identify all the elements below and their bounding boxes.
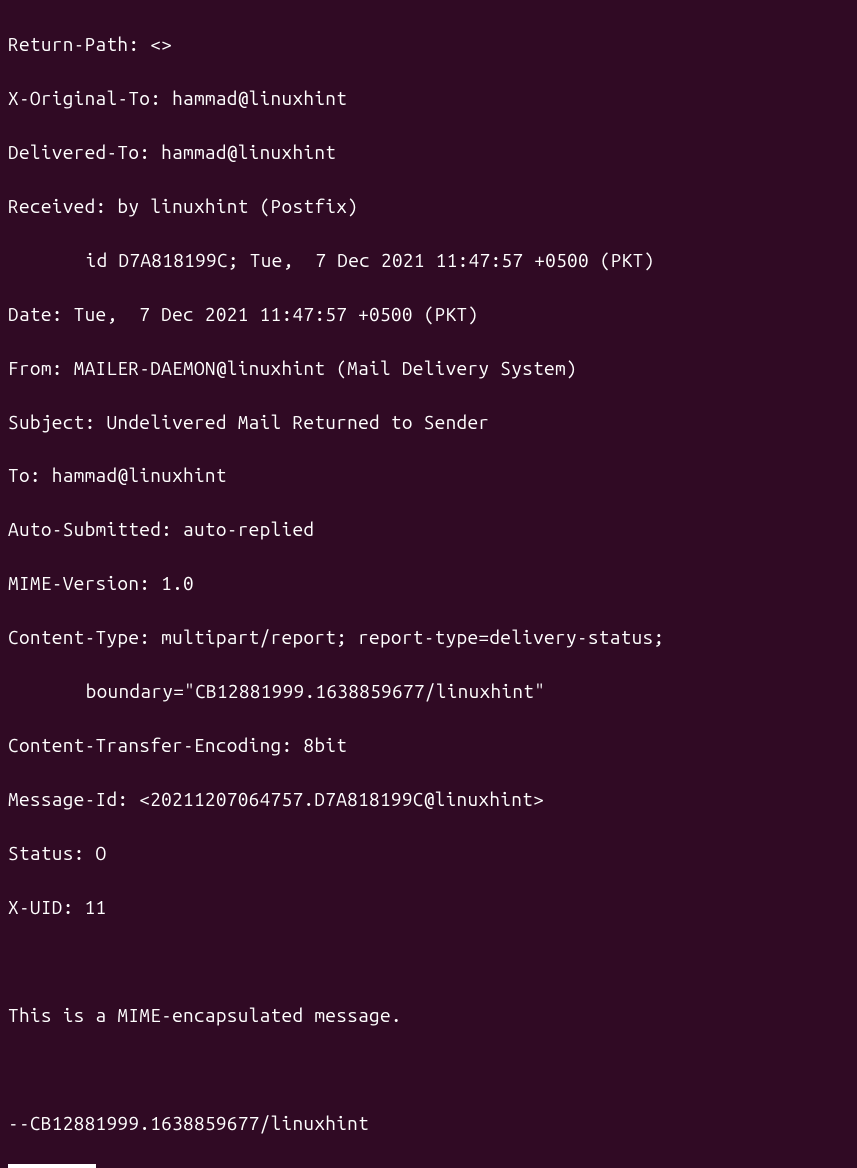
- header-x-uid: X-UID: 11: [8, 894, 849, 921]
- header-received-2: id D7A818199C; Tue, 7 Dec 2021 11:47:57 …: [8, 247, 849, 274]
- header-message-id: Message-Id: <20211207064757.D7A818199C@l…: [8, 786, 849, 813]
- header-delivered-to: Delivered-To: hammad@linuxhint: [8, 139, 849, 166]
- header-date: Date: Tue, 7 Dec 2021 11:47:57 +0500 (PK…: [8, 301, 849, 328]
- more-prompt[interactable]: --More--: [8, 1164, 96, 1168]
- header-received-1: Received: by linuxhint (Postfix): [8, 193, 849, 220]
- header-auto-submitted: Auto-Submitted: auto-replied: [8, 516, 849, 543]
- header-x-original-to: X-Original-To: hammad@linuxhint: [8, 85, 849, 112]
- body-mime-message: This is a MIME-encapsulated message.: [8, 1002, 849, 1029]
- header-status: Status: O: [8, 840, 849, 867]
- header-content-type-2: boundary="CB12881999.1638859677/linuxhin…: [8, 678, 849, 705]
- blank-line: [8, 948, 849, 975]
- body-boundary: --CB12881999.1638859677/linuxhint: [8, 1110, 849, 1137]
- header-subject: Subject: Undelivered Mail Returned to Se…: [8, 409, 849, 436]
- blank-line: [8, 1056, 849, 1083]
- header-content-type-1: Content-Type: multipart/report; report-t…: [8, 624, 849, 651]
- header-return-path: Return-Path: <>: [8, 31, 849, 58]
- header-content-transfer-encoding: Content-Transfer-Encoding: 8bit: [8, 732, 849, 759]
- header-to: To: hammad@linuxhint: [8, 462, 849, 489]
- terminal-output: Return-Path: <> X-Original-To: hammad@li…: [8, 4, 849, 1168]
- header-from: From: MAILER-DAEMON@linuxhint (Mail Deli…: [8, 355, 849, 382]
